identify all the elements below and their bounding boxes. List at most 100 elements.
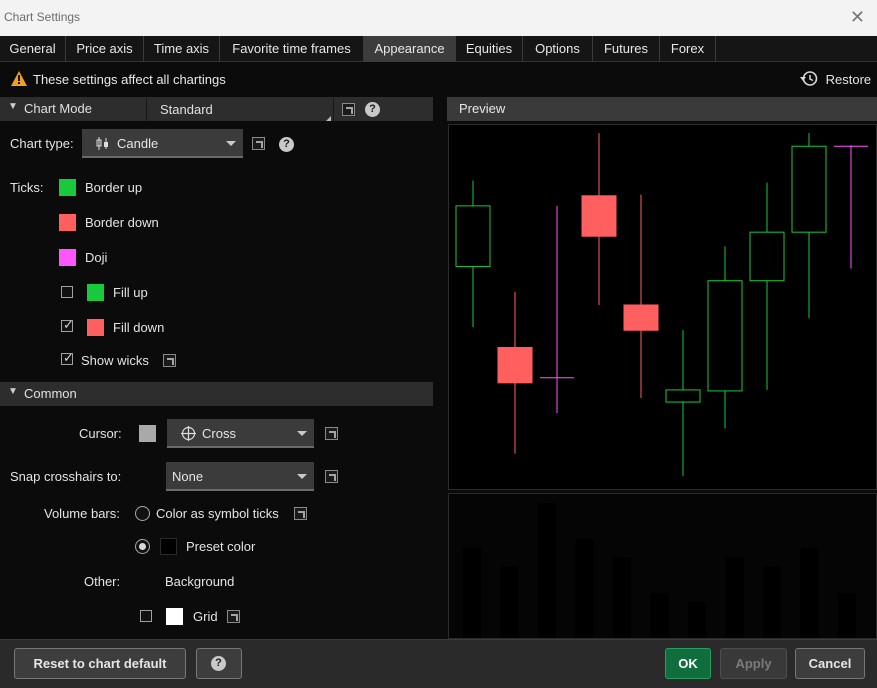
other-label: Other: [84,574,121,589]
checkmark-icon: ✓ [63,317,74,332]
snap-crosshairs-value: None [172,469,204,484]
down-candle-body [497,346,533,384]
cursor-label: Cursor: [79,426,122,441]
help-icon[interactable]: ? [279,137,294,152]
radio-dot [139,543,146,550]
show-wicks-label: Show wicks [81,353,149,368]
help-icon: ? [211,656,226,671]
volume-preview [463,503,856,638]
border-up-swatch[interactable] [59,179,76,196]
volume-bar [650,593,669,638]
volume-bar [575,539,594,638]
apply-button[interactable]: Apply [720,648,787,679]
preset-color-radio[interactable] [135,539,150,554]
up-candle-body [749,231,785,282]
common-header[interactable]: ▼ Common [0,382,433,406]
volume-bar [688,602,706,638]
volume-bar [613,557,631,638]
chevron-down-icon [226,141,236,146]
color-as-symbol-ticks-radio[interactable] [135,506,150,521]
tab-general[interactable]: General [0,36,66,62]
warning-icon [11,71,27,86]
external-link-icon[interactable] [325,427,338,440]
volume-bar [838,593,856,638]
candle-icon [96,137,108,150]
history-icon [800,71,818,86]
up-candle-body [455,205,491,268]
snap-crosshairs-dropdown[interactable]: None [166,462,314,491]
up-candle-body [791,145,827,233]
border-down-swatch[interactable] [59,214,76,231]
volume-bar [800,548,819,638]
common-label: Common [24,386,77,401]
up-candle-body [665,389,701,403]
doji-label: Doji [85,250,108,265]
grid-color-swatch[interactable] [166,608,183,625]
tab-forex[interactable]: Forex [660,36,716,62]
doji-swatch[interactable] [59,249,76,266]
tab-options[interactable]: Options [523,36,593,62]
external-link-icon[interactable] [163,354,176,367]
grid-label: Grid [193,609,218,624]
external-link-icon[interactable] [294,507,307,520]
ticks-label: Ticks: [10,180,44,195]
external-link-icon[interactable] [325,470,338,483]
preview-price-chart [448,124,877,490]
border-up-label: Border up [85,180,143,195]
cursor-dropdown[interactable]: Cross [167,419,314,448]
fill-down-swatch[interactable] [87,319,104,336]
background-label: Background [165,574,235,589]
chart-mode-select[interactable]: Standard [146,98,334,122]
tab-futures[interactable]: Futures [593,36,660,62]
grid-checkbox[interactable] [140,610,152,622]
down-candle-body [581,195,617,237]
help-button[interactable]: ? [196,648,242,679]
checkmark-icon: ✓ [63,350,74,365]
chart-type-dropdown[interactable]: Candle [82,129,243,158]
snap-crosshairs-label: Snap crosshairs to: [10,469,122,484]
tab-favorite-time-frames[interactable]: Favorite time frames [220,36,364,62]
volume-bar [500,566,519,638]
tab-price-axis[interactable]: Price axis [66,36,144,62]
volume-bar [763,566,781,638]
external-link-icon[interactable] [252,137,265,150]
cancel-button[interactable]: Cancel [795,648,865,679]
help-icon[interactable]: ? [365,102,380,117]
chart-type-value: Candle [117,136,159,151]
restore-button[interactable]: Restore [800,70,871,90]
chart-type-label: Chart type: [10,136,74,151]
down-candle-body [623,304,659,331]
title-bar: Chart Settings ✕ [0,0,877,36]
fill-up-checkbox[interactable] [61,286,73,298]
chart-mode-value: Standard [160,102,213,117]
ok-button[interactable]: OK [665,648,711,679]
preset-color-swatch[interactable] [160,538,177,555]
show-wicks-checkbox[interactable]: ✓ [61,350,74,365]
preview-volume-chart [448,493,877,639]
tab-equities[interactable]: Equities [456,36,523,62]
fill-up-swatch[interactable] [87,284,104,301]
fill-down-label: Fill down [113,320,165,335]
window-title: Chart Settings [4,10,81,24]
reset-to-chart-default-button[interactable]: Reset to chart default [14,648,186,679]
border-down-label: Border down [85,215,159,230]
candlestick-preview [455,133,868,476]
tab-appearance[interactable]: Appearance [364,36,456,62]
preview-header: Preview [447,97,877,121]
volume-bar [725,557,744,638]
fill-down-checkbox[interactable]: ✓ [61,317,74,332]
volume-bar [463,548,481,638]
chevron-down-icon [297,431,307,436]
chart-mode-label: Chart Mode [24,101,92,116]
chevron-down-icon [297,474,307,479]
volume-bars-label: Volume bars: [44,506,120,521]
external-link-icon[interactable] [342,103,355,116]
preview-title: Preview [459,101,506,116]
close-icon[interactable]: ✕ [850,7,865,28]
chevron-down-icon: ▼ [8,101,18,112]
cursor-color-swatch[interactable] [139,425,156,442]
tab-time-axis[interactable]: Time axis [144,36,220,62]
volume-bar [538,503,556,638]
external-link-icon[interactable] [227,610,240,623]
preset-color-label: Preset color [186,539,256,554]
